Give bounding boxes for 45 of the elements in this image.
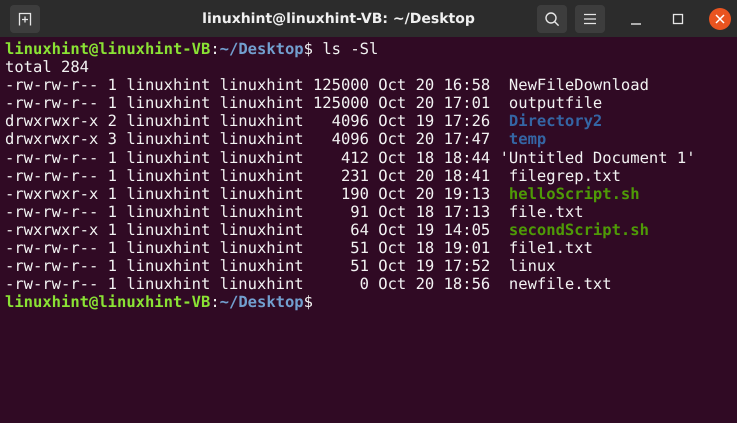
file-name: file1.txt — [508, 239, 593, 258]
file-details: -rwxrwxr-x 1 linuxhint linuxhint 64 Oct 19 14:05 — [5, 220, 490, 240]
search-button[interactable] — [537, 4, 567, 32]
close-button[interactable] — [709, 8, 731, 30]
file-details: -rw-rw-r-- 1 linuxhint linuxhint 51 Oct 19 17:52 — [5, 257, 490, 276]
file-details: -rw-rw-r-- 1 linuxhint linuxhint 51 Oct 18 19:01 — [5, 239, 490, 258]
file-name: helloScript.sh — [508, 184, 640, 203]
prompt-user: linuxhint@linuxhint-VB — [5, 293, 210, 312]
file-details: -rw-rw-r-- 1 linuxhint linuxhint 0 Oct 20 18:56 — [5, 275, 490, 294]
prompt-symbol: $ — [304, 40, 313, 58]
prompt-separator: : — [210, 40, 220, 58]
maximize-icon — [672, 12, 684, 24]
file-details: drwxrwxr-x 2 linuxhint linuxhint 4096 Oct 19 17:26 — [5, 112, 490, 130]
file-name: Directory2 — [508, 112, 602, 130]
file-name: outputfile — [508, 94, 602, 112]
file-name: newfile.txt — [508, 275, 612, 294]
file-details: -rw-rw-r-- 1 linuxhint linuxhint 412 Oct 18 18:44 — [5, 148, 490, 167]
new-tab-button[interactable] — [10, 4, 40, 32]
file-name: secondScript.sh — [508, 220, 649, 240]
file-name: filegrep.txt — [508, 166, 621, 185]
menu-button[interactable] — [575, 4, 605, 32]
file-details: -rw-rw-r-- 1 linuxhint linuxhint 91 Oct 18 17:13 — [5, 202, 490, 221]
file-details: -rw-rw-r-- 1 linuxhint linuxhint 125000 Oct 20 17:01 — [5, 94, 490, 112]
new-tab-icon — [17, 10, 33, 26]
output-text: total 284 — [5, 58, 89, 76]
file-details: -rwxrwxr-x 1 linuxhint linuxhint 190 Oct 20 19:13 — [5, 184, 490, 203]
prompt-separator: : — [210, 293, 220, 312]
window-title: linuxhint@linuxhint-VB: ~/Desktop — [201, 10, 476, 26]
minimize-icon — [631, 22, 641, 24]
prompt-path: ~/Desktop — [220, 40, 304, 58]
file-details: -rw-rw-r-- 1 linuxhint linuxhint 125000 Oct 20 16:58 — [5, 76, 490, 94]
file-name: linux — [508, 257, 556, 276]
menu-icon — [583, 12, 597, 24]
file-name: NewFileDownload — [508, 76, 649, 94]
prompt-symbol: $ — [304, 293, 313, 312]
prompt-path: ~/Desktop — [220, 293, 304, 312]
prompt-user: linuxhint@linuxhint-VB — [5, 40, 210, 58]
close-icon — [715, 14, 725, 24]
file-name: file.txt — [508, 202, 584, 221]
command-text: ls -Sl — [322, 40, 378, 58]
search-icon — [544, 10, 560, 26]
file-details: -rw-rw-r-- 1 linuxhint linuxhint 231 Oct 20 18:41 — [5, 166, 490, 185]
file-name: temp — [508, 130, 546, 149]
file-name: 'Untitled Document 1' — [500, 148, 696, 167]
file-details: drwxrwxr-x 3 linuxhint linuxhint 4096 Oct 20 17:47 — [5, 130, 490, 149]
